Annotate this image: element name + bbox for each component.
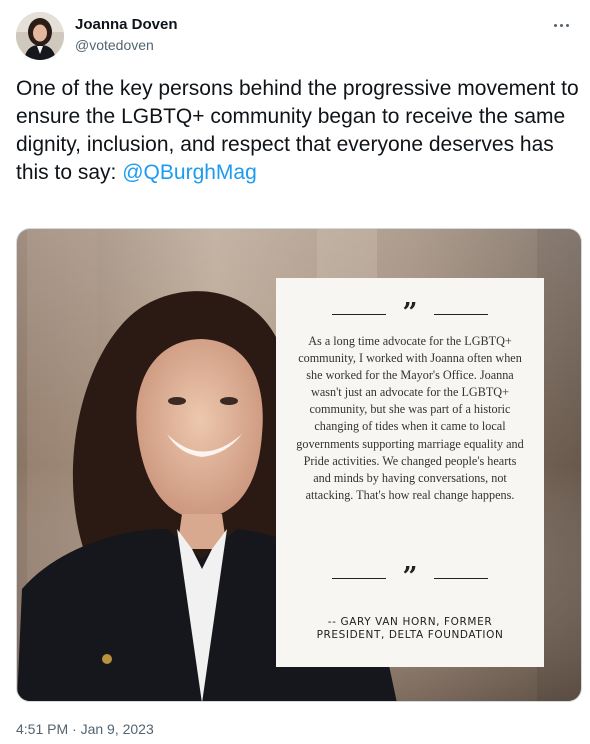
divider-line xyxy=(434,314,488,315)
tweet-header: Joanna Doven @votedoven xyxy=(16,12,576,62)
quote-attribution: -- GARY VAN HORN, FORMER PRESIDENT, DELT… xyxy=(316,616,504,641)
tweet-text: One of the key persons behind the progre… xyxy=(16,75,581,187)
more-horizontal-icon-dot xyxy=(559,23,563,27)
quote-body: As a long time advocate for the LGBTQ+ c… xyxy=(296,334,524,502)
tweet-timestamp[interactable]: 4:51 PM · Jan 9, 2023 xyxy=(16,719,154,739)
more-options-button[interactable] xyxy=(546,14,576,36)
quote-icon: ” xyxy=(402,298,418,328)
author-info: Joanna Doven @votedoven xyxy=(75,15,178,55)
tweet-media[interactable]: ” As a long time advocate for the LGBTQ+… xyxy=(16,228,582,702)
divider-line xyxy=(332,314,386,315)
avatar[interactable] xyxy=(16,12,64,60)
quote-divider-bottom: ” xyxy=(276,564,544,590)
more-horizontal-icon-dot xyxy=(565,23,569,27)
tweet-body: One of the key persons behind the progre… xyxy=(16,77,579,184)
mention-link[interactable]: @QBurghMag xyxy=(122,161,257,184)
quote-icon: ” xyxy=(402,562,418,592)
divider-line xyxy=(332,578,386,579)
author-handle[interactable]: @votedoven xyxy=(75,35,178,55)
author-display-name[interactable]: Joanna Doven xyxy=(75,15,178,35)
divider-line xyxy=(434,578,488,579)
avatar-photo xyxy=(16,12,64,60)
more-horizontal-icon xyxy=(553,23,557,27)
quote-divider-top: ” xyxy=(276,300,544,326)
quote-card: ” As a long time advocate for the LGBTQ+… xyxy=(276,278,544,667)
